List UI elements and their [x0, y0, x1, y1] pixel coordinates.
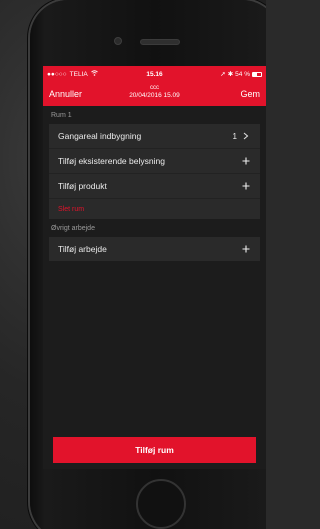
scene-background: ●●○○○ TELIA 15.16 ➚ ✱ 54 % Annuller ccc …	[0, 0, 266, 529]
status-time: 15.16	[146, 70, 163, 78]
section-header-room: Rum 1	[51, 112, 72, 119]
plus-icon	[241, 181, 251, 191]
plus-icon	[241, 244, 251, 254]
delete-room-button[interactable]: Slet rum	[49, 199, 260, 219]
battery-fill	[253, 72, 258, 76]
navigation-bar: Annuller ccc 20/04/2016 15.09 Gem	[43, 82, 266, 106]
row-gangareal[interactable]: Gangareal indbygning 1	[49, 124, 260, 149]
section-header-other-work: Øvrigt arbejde	[51, 225, 95, 232]
save-button[interactable]: Gem	[240, 89, 260, 99]
battery-icon	[252, 71, 262, 77]
row-count: 1	[232, 131, 237, 141]
row-label: Tilføj produkt	[58, 181, 107, 191]
home-button[interactable]	[136, 479, 186, 529]
row-label: Gangareal indbygning	[58, 131, 142, 141]
room-group: Gangareal indbygning 1 Tilføj eksisteren…	[49, 124, 260, 219]
row-add-work[interactable]: Tilføj arbejde	[49, 237, 260, 261]
earpiece-speaker	[140, 39, 180, 45]
other-work-group: Tilføj arbejde	[49, 237, 260, 261]
status-bar: ●●○○○ TELIA 15.16 ➚ ✱ 54 %	[43, 66, 266, 82]
phone-screen: ●●○○○ TELIA 15.16 ➚ ✱ 54 % Annuller ccc …	[43, 66, 266, 469]
row-add-product[interactable]: Tilføj produkt	[49, 174, 260, 199]
plus-icon	[241, 156, 251, 166]
phone-top-bezel	[30, 0, 266, 66]
chevron-right-icon	[241, 131, 251, 141]
cancel-button[interactable]: Annuller	[49, 89, 82, 99]
phone-device: ●●○○○ TELIA 15.16 ➚ ✱ 54 % Annuller ccc …	[30, 0, 266, 529]
row-label: Tilføj arbejde	[58, 244, 107, 254]
add-room-button[interactable]: Tilføj rum	[53, 437, 256, 463]
front-camera-icon	[114, 37, 122, 45]
row-add-existing-lighting[interactable]: Tilføj eksisterende belysning	[49, 149, 260, 174]
row-label: Tilføj eksisterende belysning	[58, 156, 165, 166]
